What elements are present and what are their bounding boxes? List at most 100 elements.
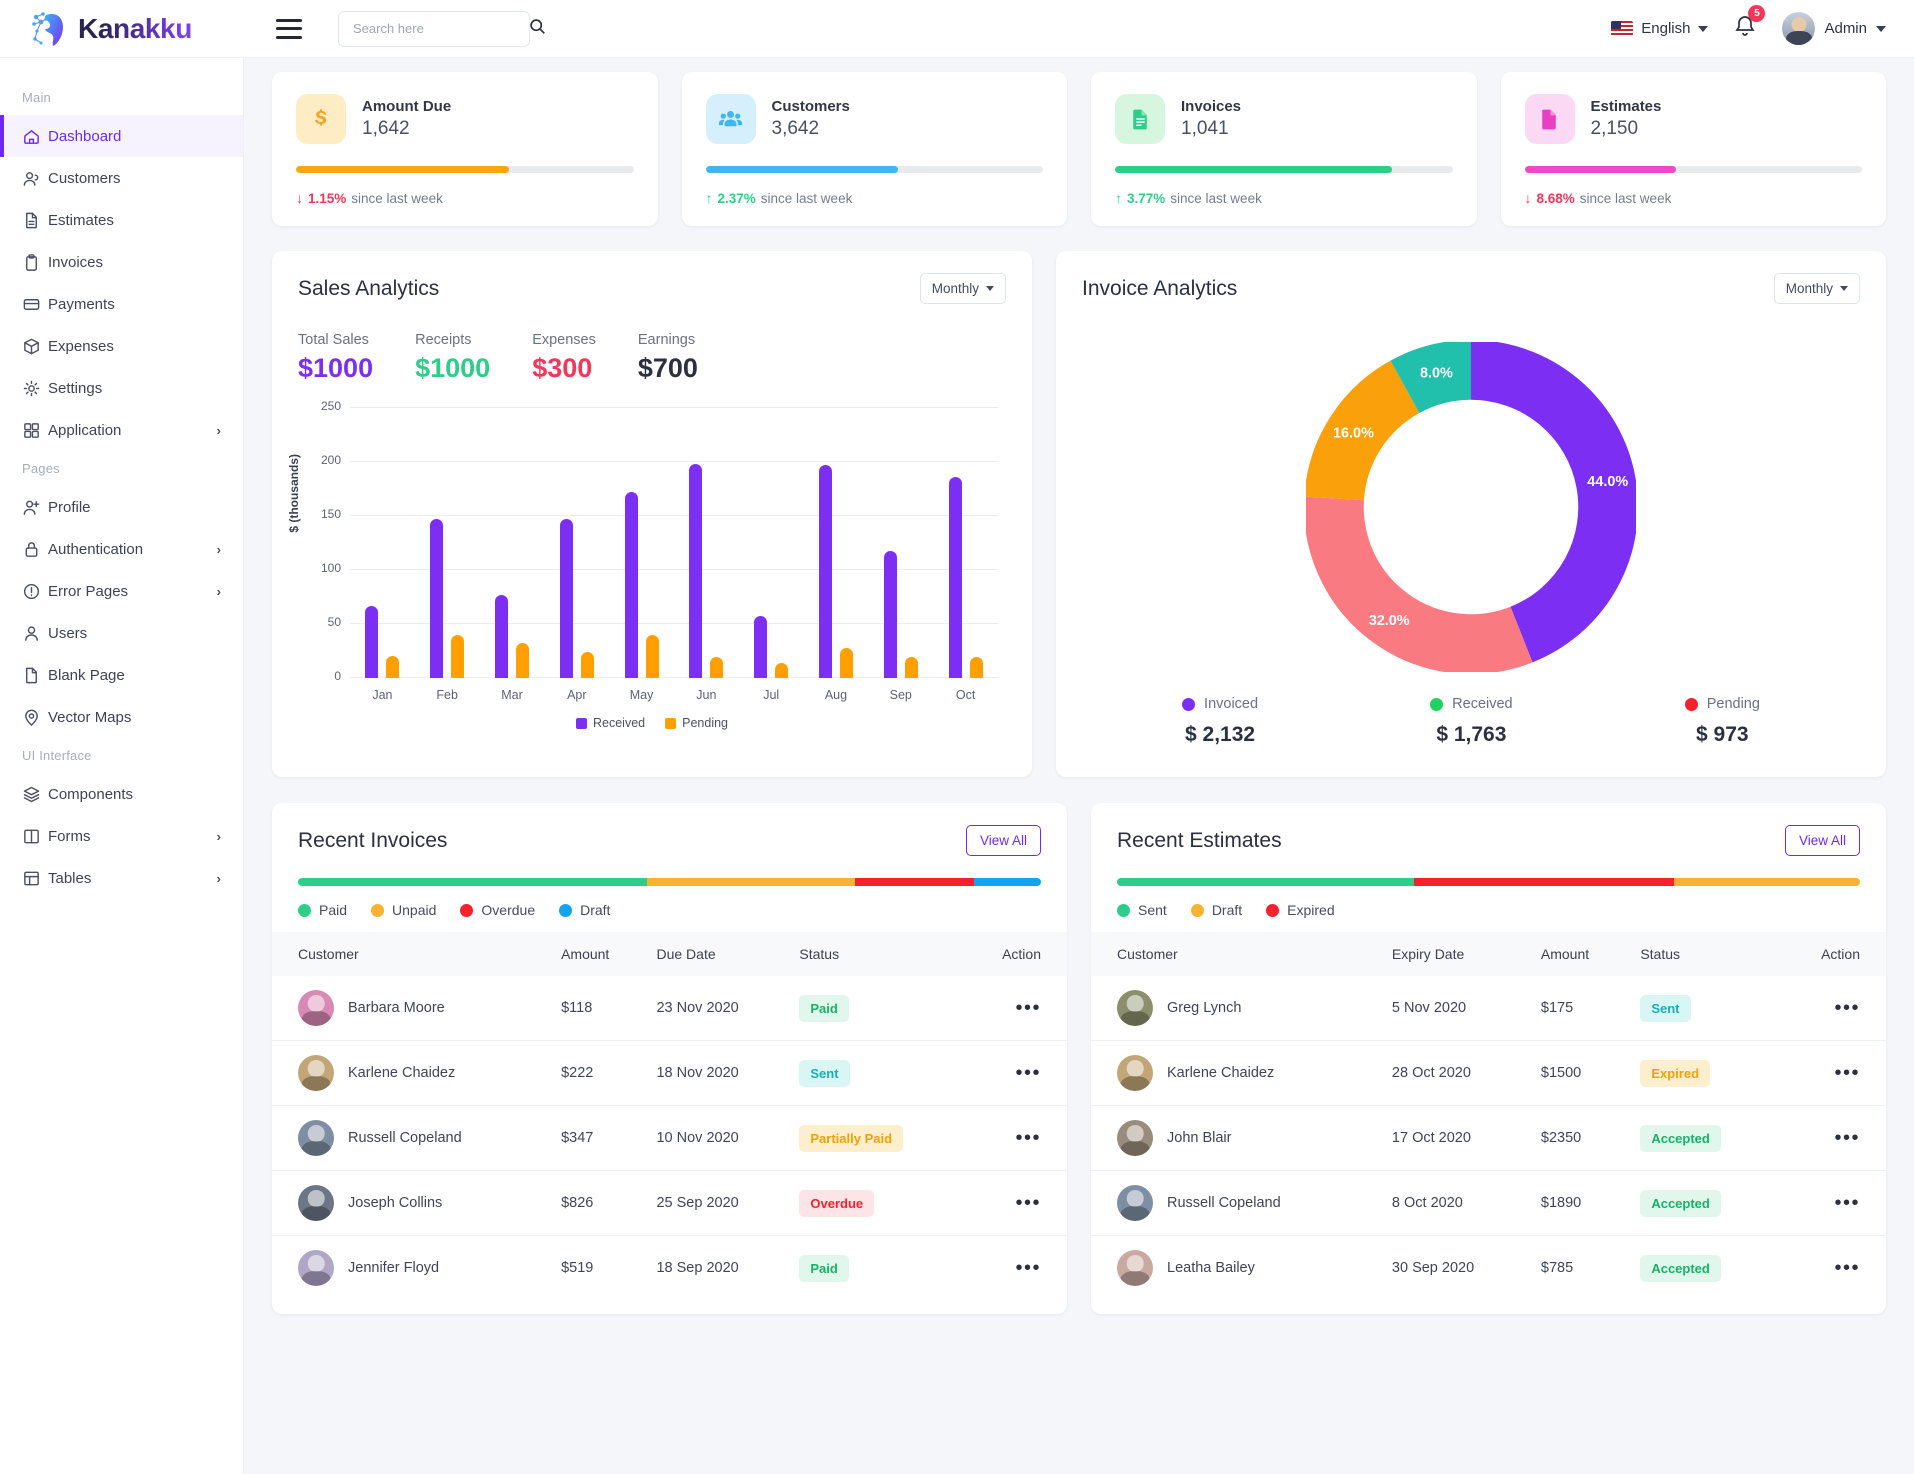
row-actions-button[interactable]: •••	[1834, 1062, 1860, 1084]
sidebar-item-application[interactable]: Application›	[0, 409, 243, 451]
table-row[interactable]: Joseph Collins$82625 Sep 2020Overdue•••	[272, 1171, 1067, 1236]
user-menu[interactable]: Admin	[1782, 12, 1886, 45]
bar-received[interactable]	[560, 519, 573, 678]
status-legend-item-overdue[interactable]: Overdue	[460, 902, 535, 918]
table-row[interactable]: Greg Lynch5 Nov 2020$175Sent•••	[1091, 976, 1886, 1041]
sales-period-dropdown[interactable]: Monthly	[920, 273, 1006, 304]
table-row[interactable]: Karlene Chaidez$22218 Nov 2020Sent•••	[272, 1041, 1067, 1106]
legend-item-pending[interactable]: Pending	[665, 716, 728, 730]
row-actions-button[interactable]: •••	[1015, 1257, 1041, 1279]
sidebar-item-blank-page[interactable]: Blank Page	[0, 654, 243, 696]
search-icon[interactable]	[529, 18, 546, 40]
sidebar-item-dashboard[interactable]: Dashboard	[0, 115, 243, 157]
bar-received[interactable]	[884, 551, 897, 678]
bar-received[interactable]	[495, 595, 508, 678]
bar-pending[interactable]	[516, 643, 529, 678]
bar-received[interactable]	[365, 606, 378, 678]
bar-received[interactable]	[819, 465, 832, 678]
stat-card-amount-due[interactable]: Amount Due1,642↓1.15%since last week	[272, 72, 658, 226]
avatar	[298, 1055, 334, 1091]
sidebar-item-profile[interactable]: Profile	[0, 486, 243, 528]
status-legend-item-draft[interactable]: Draft	[559, 902, 610, 918]
bar-pending[interactable]	[646, 635, 659, 678]
row-actions-button[interactable]: •••	[1834, 997, 1860, 1019]
invoice-period-dropdown[interactable]: Monthly	[1774, 273, 1860, 304]
customer-name: Leatha Bailey	[1167, 1260, 1255, 1276]
donut-slice[interactable]	[1334, 498, 1522, 644]
sidebar-item-expenses[interactable]: Expenses	[0, 325, 243, 367]
cell-expiry_date: 30 Sep 2020	[1382, 1236, 1531, 1301]
cell-status: Paid	[789, 1236, 962, 1301]
estimates-view-all-button[interactable]: View All	[1785, 825, 1860, 856]
x-tick-label: Feb	[415, 688, 480, 702]
row-actions-button[interactable]: •••	[1834, 1127, 1860, 1149]
donut-slice[interactable]	[1471, 370, 1608, 635]
sidebar-item-invoices[interactable]: Invoices	[0, 241, 243, 283]
tables-row: Recent Invoices View All PaidUnpaidOverd…	[272, 803, 1886, 1314]
bar-group	[868, 408, 933, 678]
sidebar-item-authentication[interactable]: Authentication›	[0, 528, 243, 570]
bar-group	[350, 408, 415, 678]
status-legend-item-sent[interactable]: Sent	[1117, 902, 1167, 918]
bar-pending[interactable]	[970, 657, 983, 678]
sidebar-item-error-pages[interactable]: Error Pages›	[0, 570, 243, 612]
legend-item-received[interactable]: Received	[576, 716, 645, 730]
donut-legend-item-received[interactable]: Received$ 1,763	[1430, 696, 1512, 747]
status-legend-item-unpaid[interactable]: Unpaid	[371, 902, 436, 918]
language-selector[interactable]: English	[1611, 20, 1708, 37]
stat-card-invoices[interactable]: Invoices1,041↑3.77%since last week	[1091, 72, 1477, 226]
donut-legend-item-pending[interactable]: Pending$ 973	[1685, 696, 1760, 747]
search-box[interactable]	[338, 11, 530, 47]
row-actions-button[interactable]: •••	[1015, 997, 1041, 1019]
table-row[interactable]: Jennifer Floyd$51918 Sep 2020Paid•••	[272, 1236, 1067, 1301]
bar-pending[interactable]	[386, 656, 399, 678]
bar-group	[933, 408, 998, 678]
stat-card-customers[interactable]: Customers3,642↑2.37%since last week	[682, 72, 1068, 226]
row-actions-button[interactable]: •••	[1834, 1192, 1860, 1214]
table-row[interactable]: Barbara Moore$11823 Nov 2020Paid•••	[272, 976, 1067, 1041]
avatar	[298, 1120, 334, 1156]
sidebar-item-vector-maps[interactable]: Vector Maps	[0, 696, 243, 738]
row-actions-button[interactable]: •••	[1015, 1062, 1041, 1084]
bar-received[interactable]	[430, 519, 443, 678]
stat-card-estimates[interactable]: Estimates2,150↓8.68%since last week	[1501, 72, 1887, 226]
table-row[interactable]: Russell Copeland$34710 Nov 2020Partially…	[272, 1106, 1067, 1171]
table-row[interactable]: Russell Copeland8 Oct 2020$1890Accepted•…	[1091, 1171, 1886, 1236]
donut-legend-item-invoiced[interactable]: Invoiced$ 2,132	[1182, 696, 1258, 747]
brand-logo[interactable]: Kanakku	[0, 8, 240, 50]
bar-received[interactable]	[689, 464, 702, 678]
bar-pending[interactable]	[905, 657, 918, 678]
bar-pending[interactable]	[840, 648, 853, 678]
sidebar-item-payments[interactable]: Payments	[0, 283, 243, 325]
bar-received[interactable]	[949, 477, 962, 678]
table-row[interactable]: Leatha Bailey30 Sep 2020$785Accepted•••	[1091, 1236, 1886, 1301]
sidebar-item-users[interactable]: Users	[0, 612, 243, 654]
bar-pending[interactable]	[581, 652, 594, 678]
search-input[interactable]	[353, 21, 529, 36]
status-legend-item-draft[interactable]: Draft	[1191, 902, 1242, 918]
row-actions-button[interactable]: •••	[1834, 1257, 1860, 1279]
sidebar-item-customers[interactable]: Customers	[0, 157, 243, 199]
bar-pending[interactable]	[451, 635, 464, 678]
status-legend-item-expired[interactable]: Expired	[1266, 902, 1334, 918]
invoices-view-all-button[interactable]: View All	[966, 825, 1041, 856]
status-legend-item-paid[interactable]: Paid	[298, 902, 347, 918]
sidebar-item-estimates[interactable]: Estimates	[0, 199, 243, 241]
sidebar-item-components[interactable]: Components	[0, 773, 243, 815]
sidebar-item-label: Users	[48, 625, 87, 642]
sidebar-item-settings[interactable]: Settings	[0, 367, 243, 409]
bar-pending[interactable]	[710, 657, 723, 678]
sidebar-item-forms[interactable]: Forms›	[0, 815, 243, 857]
bar-pending[interactable]	[775, 663, 788, 678]
donut-slice[interactable]	[1334, 387, 1405, 499]
row-actions-button[interactable]: •••	[1015, 1192, 1041, 1214]
bar-received[interactable]	[754, 616, 767, 678]
bar-received[interactable]	[625, 492, 638, 678]
alert-circle-icon	[22, 582, 48, 601]
sidebar-item-tables[interactable]: Tables›	[0, 857, 243, 899]
notifications-button[interactable]: 5	[1734, 14, 1756, 43]
table-row[interactable]: John Blair17 Oct 2020$2350Accepted•••	[1091, 1106, 1886, 1171]
menu-toggle-icon[interactable]	[276, 19, 302, 39]
row-actions-button[interactable]: •••	[1015, 1127, 1041, 1149]
table-row[interactable]: Karlene Chaidez28 Oct 2020$1500Expired••…	[1091, 1041, 1886, 1106]
